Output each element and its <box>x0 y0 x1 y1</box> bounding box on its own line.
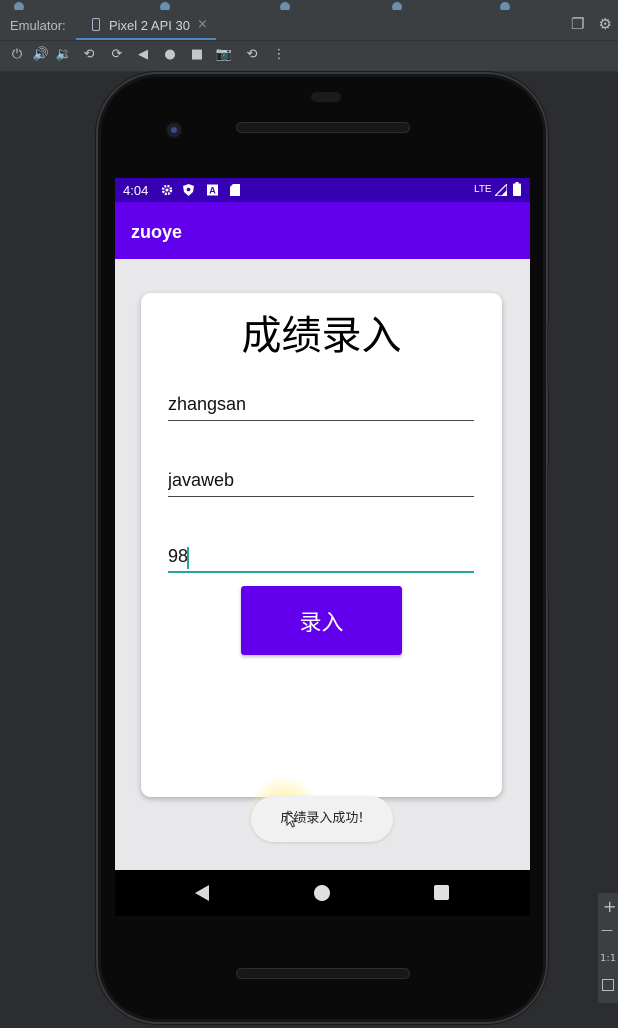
volume-down-icon[interactable]: 🔉 <box>55 46 73 64</box>
a-icon: A <box>207 184 218 196</box>
device-icon <box>92 18 100 31</box>
student-name-field[interactable] <box>168 391 474 421</box>
score-field[interactable] <box>168 543 474 573</box>
bottom-speaker <box>236 968 410 979</box>
submit-button[interactable]: 录入 <box>241 586 402 655</box>
zoom-panel: + — 1:1 <box>597 893 618 1003</box>
close-icon[interactable]: × <box>197 17 208 32</box>
rotate-left-icon[interactable]: ⟲ <box>80 46 98 64</box>
rotate-right-icon[interactable]: ⟳ <box>108 46 126 64</box>
sd-card-icon <box>230 184 240 196</box>
power-side-button <box>547 322 552 386</box>
top-speaker <box>236 122 410 133</box>
device-tab-label: Pixel 2 API 30 <box>109 18 190 33</box>
earpiece <box>311 92 341 102</box>
overview-icon[interactable]: ■ <box>188 46 206 64</box>
app-title: zuoye <box>131 222 183 242</box>
status-time: 4:04 <box>123 183 149 198</box>
back-icon[interactable] <box>195 885 209 901</box>
course-field[interactable] <box>168 467 474 497</box>
emulator-label: Emulator: <box>10 18 66 33</box>
power-icon[interactable]: ⏻ <box>8 46 26 64</box>
zoom-out-button[interactable]: — <box>601 923 613 937</box>
toast-message: 成绩录入成功! <box>251 796 393 842</box>
fit-screen-icon[interactable] <box>602 979 614 991</box>
emulator-toolbar: ⏻ 🔊 🔉 ⟲ ⟳ ◀ ● ■ 📷 ⟲ ⋮ <box>0 41 618 72</box>
mouse-pointer-icon <box>286 812 298 828</box>
shield-icon <box>183 184 194 196</box>
emulator-tab-bar: Emulator: Pixel 2 API 30 × ❐ ⚙ <box>0 10 618 41</box>
text-cursor <box>187 547 189 569</box>
zoom-in-button[interactable]: + <box>603 897 616 916</box>
volume-up-icon[interactable]: 🔊 <box>32 46 50 64</box>
settings-icon[interactable]: ⚙ <box>599 15 612 33</box>
score-entry-card: 成绩录入 录入 <box>141 293 502 797</box>
navigation-bar <box>115 870 530 916</box>
svg-text:A: A <box>209 186 216 196</box>
screenshot-icon[interactable]: 📷 <box>215 46 233 64</box>
window-mode-icon[interactable]: ❐ <box>571 15 584 33</box>
network-type: LTE <box>474 184 492 195</box>
emulator-window-controls: ❐ ⚙ <box>561 15 612 33</box>
recents-icon[interactable] <box>434 885 449 900</box>
back-icon[interactable]: ◀ <box>134 46 152 64</box>
phone-screen: 4:04 A LTE zuoye 成绩录入 录入 成绩录入成功! <box>115 178 530 870</box>
app-bar: zuoye <box>115 202 530 259</box>
page-title: 成绩录入 <box>241 313 402 359</box>
settings-icon <box>161 184 173 196</box>
more-icon[interactable]: ⋮ <box>270 46 288 64</box>
tab-device-pixel2[interactable]: Pixel 2 API 30 × <box>76 10 216 40</box>
battery-icon <box>513 182 521 196</box>
home-icon[interactable] <box>314 885 330 901</box>
status-bar: 4:04 A LTE <box>115 178 530 202</box>
home-icon[interactable]: ● <box>161 46 179 64</box>
front-camera-icon <box>165 121 183 139</box>
signal-icon <box>495 184 507 196</box>
zoom-ratio-button[interactable]: 1:1 <box>600 953 616 964</box>
snapshot-icon[interactable]: ⟲ <box>243 46 261 64</box>
volume-side-button <box>547 464 552 599</box>
